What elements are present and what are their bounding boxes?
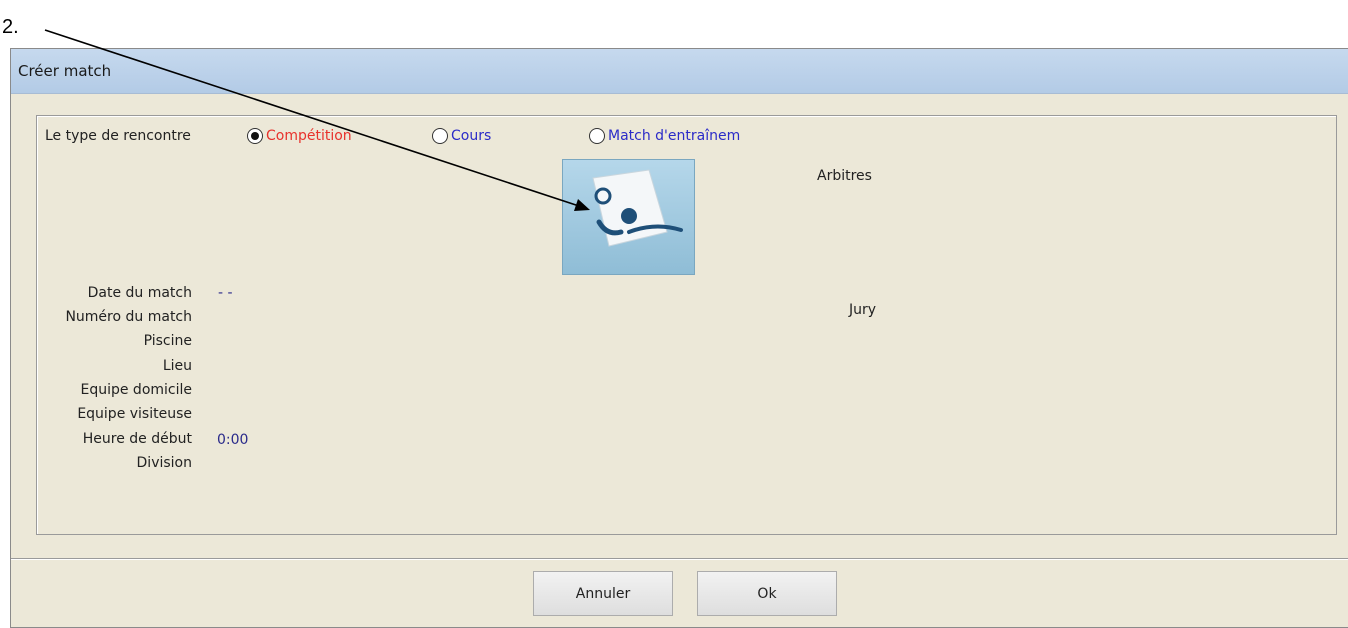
lieu-label: Lieu [162, 358, 192, 374]
step-number-label: 2. [2, 16, 19, 38]
jury-label: Jury [849, 302, 877, 318]
equipe-domicile-label: Equipe domicile [80, 382, 192, 398]
date-label: Date du match [87, 285, 192, 301]
radio-circle [432, 128, 448, 144]
cancel-button[interactable]: Annuler [533, 571, 673, 616]
date-value[interactable]: - - [218, 285, 233, 301]
numero-label: Numéro du match [65, 309, 192, 325]
match-type-label: Le type de rencontre [45, 128, 191, 144]
radio-circle [247, 128, 263, 144]
radio-match-entrainement[interactable]: Match d'entraînem [589, 128, 740, 144]
radio-competition[interactable]: Compétition [247, 128, 352, 144]
heure-value[interactable]: 0:00 [217, 432, 248, 448]
create-match-dialog: Créer match Le type de rencontre Compéti… [10, 48, 1348, 628]
arbitres-label: Arbitres [817, 168, 872, 184]
window-title: Créer match [18, 62, 112, 80]
footer-divider [11, 558, 1348, 559]
equipe-visiteuse-label: Equipe visiteuse [77, 406, 192, 422]
referee-image-button[interactable] [562, 159, 695, 275]
title-bar: Créer match [11, 49, 1348, 94]
radio-selected-dot [251, 132, 259, 140]
referee-whistle-icon [592, 169, 683, 247]
radio-cours[interactable]: Cours [432, 128, 491, 144]
radio-cours-label: Cours [451, 128, 492, 144]
division-label: Division [136, 455, 192, 471]
piscine-label: Piscine [143, 333, 192, 349]
radio-competition-label: Compétition [266, 128, 352, 144]
radio-circle [589, 128, 605, 144]
heure-label: Heure de début [82, 431, 192, 447]
radio-match-entrainement-label: Match d'entraînem [608, 128, 741, 144]
ok-button[interactable]: Ok [697, 571, 837, 616]
